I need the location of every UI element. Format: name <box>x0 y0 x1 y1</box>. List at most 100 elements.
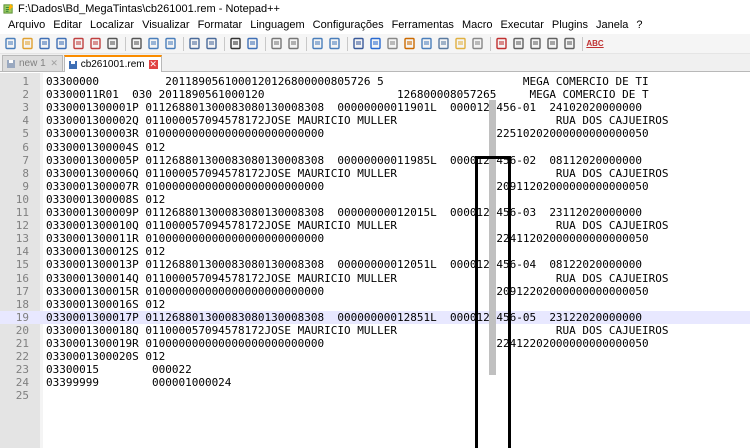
line-number: 15 <box>15 258 29 272</box>
close-all-icon[interactable] <box>88 37 102 51</box>
toolbar-separator <box>347 36 348 51</box>
line-text: 0330001300010Q 011000057094578172JOSE MA… <box>46 219 669 233</box>
menu-item-plugins[interactable]: Plugins <box>548 17 592 34</box>
close-tab-icon[interactable]: ✕ <box>50 59 59 68</box>
paste-icon[interactable] <box>163 37 177 51</box>
save-macro-icon[interactable] <box>562 37 576 51</box>
menu-item-visualizar[interactable]: Visualizar <box>138 17 194 34</box>
editor-line[interactable]: 7 0330001300005P 011268801300083080130008… <box>0 154 750 167</box>
editor-line[interactable]: 19 0330001300017P 01126880130008308013000… <box>0 310 750 324</box>
line-text: 0330001300001P 0112688013000830801300083… <box>46 101 643 115</box>
copy-icon[interactable] <box>146 37 160 51</box>
find-icon[interactable] <box>228 37 242 51</box>
menu-item-linguagem[interactable]: Linguagem <box>246 17 308 34</box>
menu-item-editar[interactable]: Editar <box>49 17 86 34</box>
menu-item-macro[interactable]: Macro <box>458 17 497 34</box>
indent-guide-icon[interactable] <box>385 37 399 51</box>
user-language-icon[interactable] <box>402 37 416 51</box>
zoom-out-icon[interactable] <box>286 37 300 51</box>
zoom-in-icon[interactable] <box>269 37 283 51</box>
line-text: 0330001300005P 0112688013000830801300083… <box>46 153 643 167</box>
monitoring-icon[interactable] <box>470 37 484 51</box>
editor-line[interactable]: 21 0330001300019R 01000000000000000000000… <box>0 337 750 350</box>
line-number: 18 <box>15 297 29 311</box>
editor-line[interactable]: 22 0330001300020S 012 <box>0 350 750 363</box>
editor-line[interactable]: 10 0330001300008S 012 <box>0 193 750 206</box>
menu-item-localizar[interactable]: Localizar <box>86 17 138 34</box>
line-number: 24 <box>15 376 29 390</box>
new-file-icon[interactable] <box>3 37 17 51</box>
editor-line[interactable]: 1 03300000 201189056100012012680000080572… <box>0 75 750 88</box>
line-text: 0330001300012S 012 <box>46 245 166 259</box>
editor-line[interactable]: 2 03300011R01 030 2011890561000120 126800… <box>0 88 750 101</box>
menu-item-executar[interactable]: Executar <box>497 17 548 34</box>
open-file-icon[interactable] <box>20 37 34 51</box>
editor-line[interactable]: 16 0330001300014Q 011000057094578172JOSE … <box>0 272 750 285</box>
line-number: 6 <box>22 140 29 154</box>
toolbar: ABC <box>0 34 750 54</box>
editor-line[interactable]: 12 0330001300010Q 011000057094578172JOSE … <box>0 219 750 232</box>
editor-line[interactable]: 9 0330001300007R 010000000000000000000000… <box>0 180 750 193</box>
editor-line[interactable]: 13 0330001300011R 01000000000000000000000… <box>0 232 750 245</box>
run-macro-multiple-icon[interactable] <box>545 37 559 51</box>
editor-line[interactable]: 25 <box>0 389 750 402</box>
document-map-icon[interactable] <box>419 37 433 51</box>
editor-line[interactable]: 24 03399999 000001000024 <box>0 376 750 389</box>
line-text: 0330001300004S 012 <box>46 140 166 154</box>
line-number: 22 <box>15 350 29 364</box>
editor-line[interactable]: 5 0330001300003R 010000000000000000000000… <box>0 127 750 140</box>
menu-item-arquivo[interactable]: Arquivo <box>4 17 49 34</box>
close-icon[interactable] <box>71 37 85 51</box>
editor-line[interactable]: 18 0330001300016S 012 <box>0 298 750 311</box>
folder-workspace-icon[interactable] <box>453 37 467 51</box>
menu-item-configurações[interactable]: Configurações <box>309 17 388 34</box>
save-icon[interactable] <box>37 37 51 51</box>
editor-line[interactable]: 20 0330001300018Q 011000057094578172JOSE … <box>0 324 750 337</box>
redo-icon[interactable] <box>204 37 218 51</box>
close-tab-icon[interactable]: ✕ <box>148 60 158 69</box>
record-macro-icon[interactable] <box>494 37 508 51</box>
menu-item-?[interactable]: ? <box>632 17 646 34</box>
line-text: 03399999 000001000024 <box>46 376 232 390</box>
window-title: F:\Dados\Bd_MegaTintas\cb261001.rem - No… <box>18 2 280 15</box>
print-icon[interactable] <box>105 37 119 51</box>
line-number: 11 <box>15 206 29 219</box>
editor-line[interactable]: 11 0330001300009P 01126880130008308013000… <box>0 206 750 219</box>
line-text: 0330001300009P 0112688013000830801300083… <box>46 206 643 219</box>
show-all-chars-icon[interactable] <box>368 37 382 51</box>
line-number: 4 <box>22 114 29 128</box>
line-text: 0330001300014Q 011000057094578172JOSE MA… <box>46 271 669 285</box>
menu-item-ferramentas[interactable]: Ferramentas <box>388 17 458 34</box>
menu-item-janela[interactable]: Janela <box>592 17 632 34</box>
toolbar-separator <box>125 36 126 51</box>
function-list-icon[interactable] <box>436 37 450 51</box>
line-number: 20 <box>15 323 29 337</box>
sync-vertical-icon[interactable] <box>310 37 324 51</box>
menu-item-formatar[interactable]: Formatar <box>194 17 247 34</box>
editor-line[interactable]: 23 03300015 000022 <box>0 363 750 376</box>
replace-icon[interactable] <box>245 37 259 51</box>
word-wrap-icon[interactable] <box>351 37 365 51</box>
save-all-icon[interactable] <box>54 37 68 51</box>
editor-line[interactable]: 4 0330001300002Q 011000057094578172JOSE M… <box>0 114 750 127</box>
tab-cb261001-rem[interactable]: cb261001.rem ✕ <box>63 55 162 72</box>
sync-horizontal-icon[interactable] <box>327 37 341 51</box>
stop-macro-icon[interactable] <box>511 37 525 51</box>
line-number: 16 <box>15 271 29 285</box>
cut-icon[interactable] <box>129 37 143 51</box>
editor[interactable]: 1 03300000 201189056100012012680000080572… <box>0 73 750 448</box>
toolbar-separator <box>183 36 184 51</box>
editor-line[interactable]: 3 0330001300001P 011268801300083080130008… <box>0 101 750 114</box>
editor-line[interactable]: 14 0330001300012S 012 <box>0 245 750 258</box>
spellcheck-icon[interactable]: ABC <box>586 37 604 51</box>
line-text: 0330001300002Q 011000057094578172JOSE MA… <box>46 114 669 128</box>
tab-new-1[interactable]: new 1 ✕ <box>2 55 63 71</box>
editor-line[interactable]: 17 0330001300015R 01000000000000000000000… <box>0 285 750 298</box>
menu-bar: Arquivo Editar Localizar Visualizar Formatar… <box>0 17 750 34</box>
undo-icon[interactable] <box>187 37 201 51</box>
editor-line[interactable]: 8 0330001300006Q 011000057094578172JOSE M… <box>0 167 750 180</box>
play-macro-icon[interactable] <box>528 37 542 51</box>
editor-line[interactable]: 6 0330001300004S 012 <box>0 141 750 154</box>
editor-line[interactable]: 15 0330001300013P 01126880130008308013000… <box>0 258 750 271</box>
toolbar-separator <box>265 36 266 51</box>
